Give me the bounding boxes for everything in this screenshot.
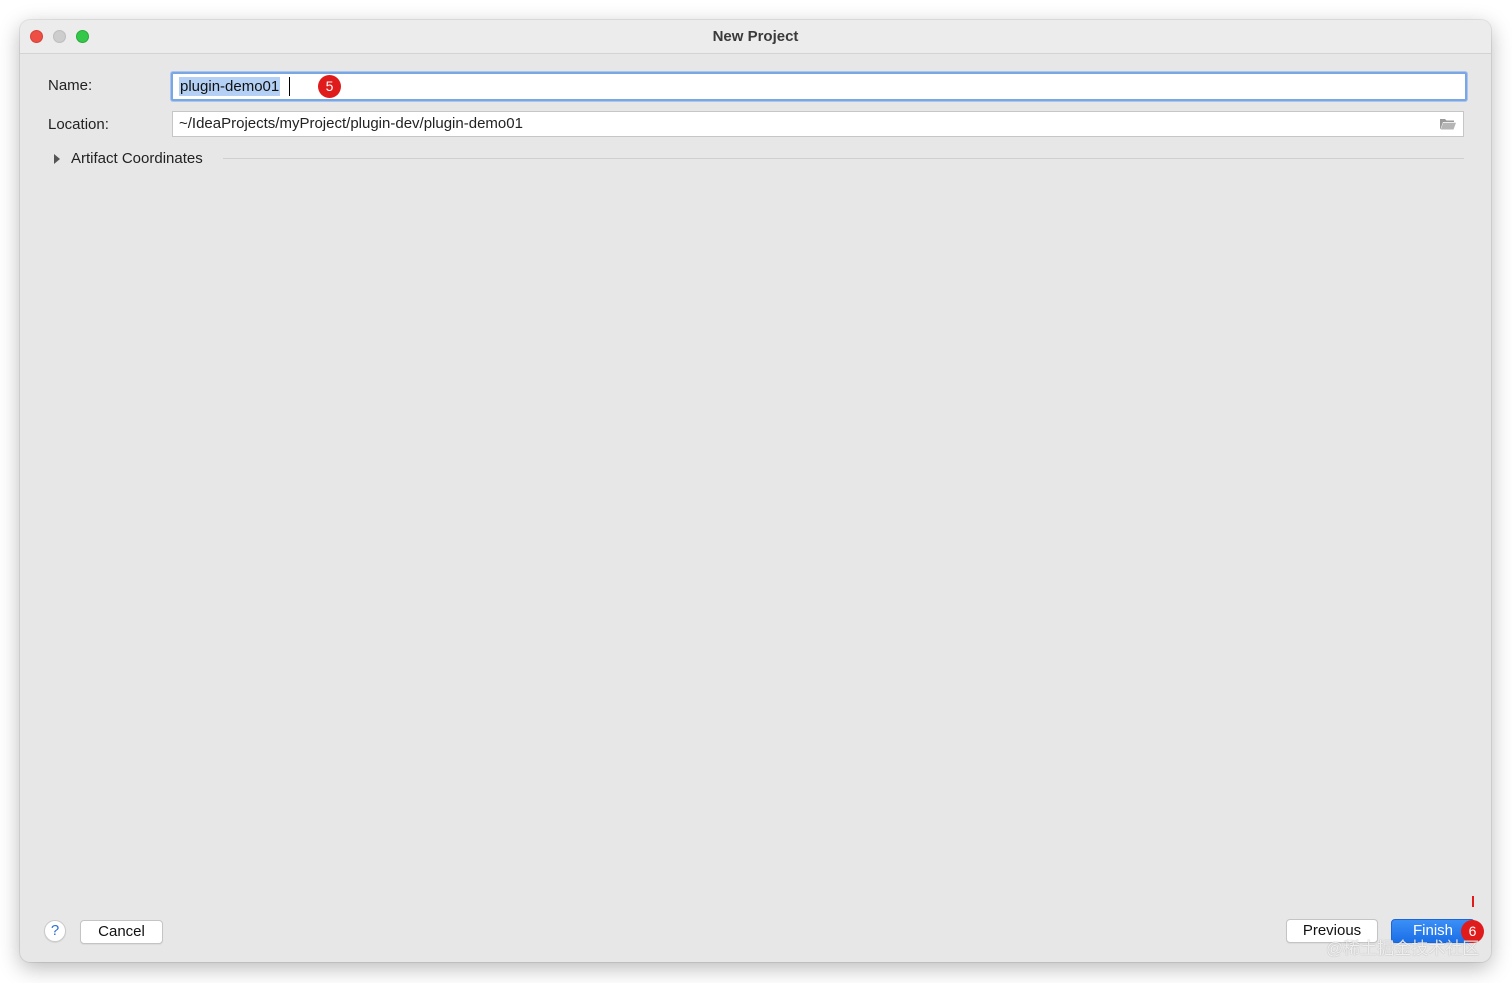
click-indicator-mark	[1472, 896, 1474, 907]
location-label: Location:	[48, 116, 109, 133]
title-bar[interactable]: New Project	[20, 20, 1491, 54]
name-input[interactable]: plugin-demo01 5	[171, 72, 1467, 101]
help-button[interactable]: ?	[44, 920, 66, 942]
text-caret	[289, 77, 290, 96]
name-label: Name:	[48, 77, 93, 94]
location-input[interactable]: ~/IdeaProjects/myProject/plugin-dev/plug…	[172, 111, 1464, 137]
location-input-value: ~/IdeaProjects/myProject/plugin-dev/plug…	[179, 115, 523, 132]
name-input-value: plugin-demo01	[179, 77, 281, 96]
section-divider	[223, 158, 1464, 159]
chevron-right-icon[interactable]	[54, 154, 60, 164]
folder-icon[interactable]	[1439, 117, 1457, 131]
new-project-dialog: New Project Name: plugin-demo01 5 Locati…	[20, 20, 1491, 962]
watermark-text: @稀土掘金技术社区	[1326, 939, 1480, 958]
artifact-coordinates-section[interactable]: Artifact Coordinates	[50, 148, 1464, 170]
window-title: New Project	[712, 28, 799, 45]
step-5-annotation-badge: 5	[318, 75, 341, 98]
cancel-button[interactable]: Cancel	[80, 920, 163, 944]
artifact-coordinates-label[interactable]: Artifact Coordinates	[71, 150, 203, 167]
